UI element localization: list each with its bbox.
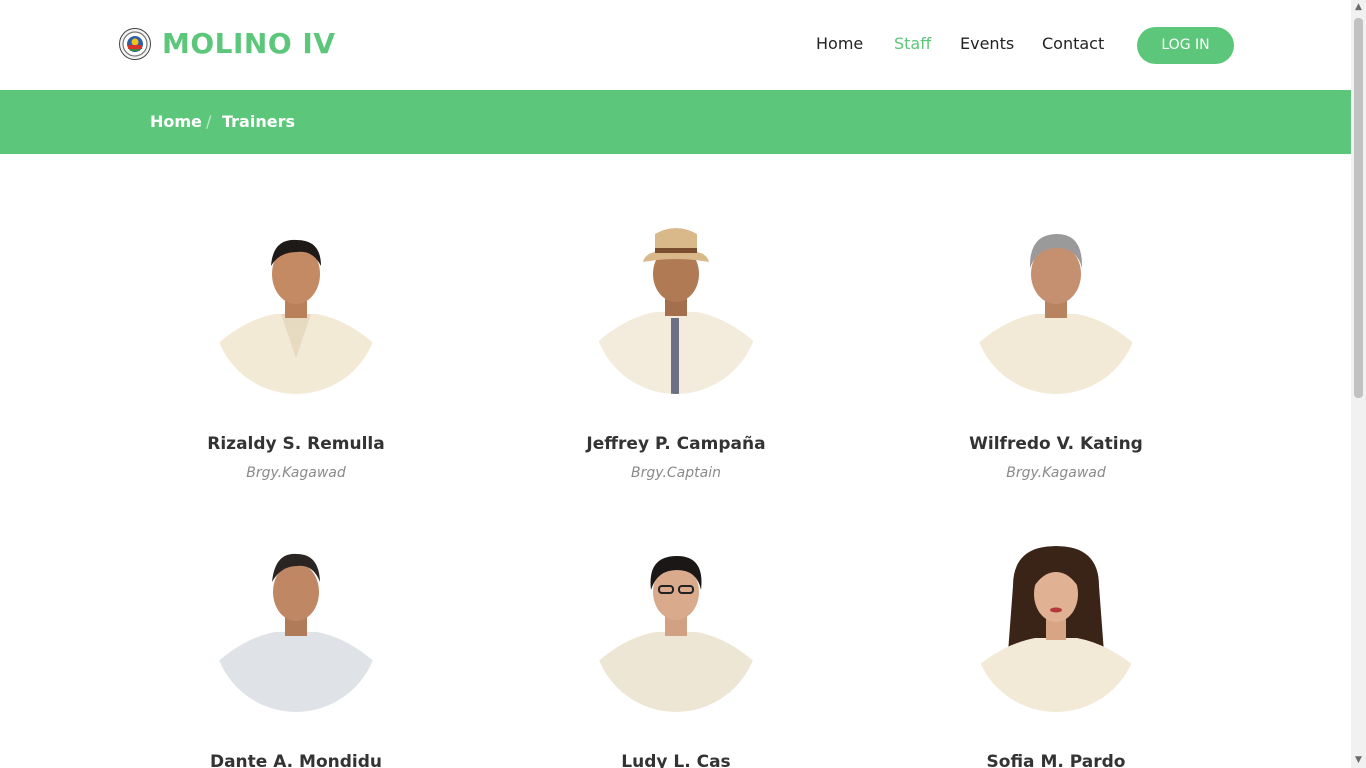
nav-staff[interactable]: Staff	[894, 33, 931, 55]
staff-photo[interactable]	[213, 228, 379, 394]
staff-role: Brgy.Kagawad	[1006, 465, 1106, 481]
nav-contact[interactable]: Contact	[1042, 33, 1104, 55]
staff-role: Brgy.Captain	[631, 465, 721, 481]
scroll-thumb[interactable]	[1354, 18, 1363, 398]
login-button[interactable]: LOG IN	[1137, 27, 1234, 64]
staff-photo[interactable]	[593, 228, 759, 394]
site-header: MOLINO IV Home Staff Events Contact LOG …	[0, 0, 1351, 90]
breadcrumb-separator: /	[206, 112, 212, 131]
scroll-down-icon[interactable]: ▼	[1351, 753, 1366, 768]
staff-name: Wilfredo V. Kating	[969, 434, 1143, 454]
staff-photo[interactable]	[593, 546, 759, 712]
breadcrumb-current: Trainers	[222, 112, 295, 131]
staff-photo[interactable]	[973, 546, 1139, 712]
staff-role: Brgy.Kagawad	[246, 465, 346, 481]
nav-home[interactable]: Home	[816, 33, 863, 55]
staff-name: Dante A. Mondidu	[209, 752, 383, 768]
staff-name: Ludy L. Cas	[621, 752, 731, 768]
barangay-seal-logo[interactable]	[119, 28, 151, 60]
staff-photo[interactable]	[973, 228, 1139, 394]
staff-name: Jeffrey P. Campaña	[586, 434, 766, 454]
page: MOLINO IV Home Staff Events Contact LOG …	[0, 0, 1351, 768]
breadcrumb: Home / Trainers	[0, 90, 1351, 154]
staff-name: Rizaldy S. Remulla	[207, 434, 385, 454]
nav-events[interactable]: Events	[960, 33, 1014, 55]
staff-name: Sofia M. Pardo	[986, 752, 1126, 768]
vertical-scrollbar[interactable]: ▲ ▼	[1351, 0, 1366, 768]
scroll-up-icon[interactable]: ▲	[1351, 0, 1366, 15]
breadcrumb-home-link[interactable]: Home	[150, 111, 202, 133]
brand-title[interactable]: MOLINO IV	[162, 25, 336, 63]
staff-photo[interactable]	[213, 546, 379, 712]
